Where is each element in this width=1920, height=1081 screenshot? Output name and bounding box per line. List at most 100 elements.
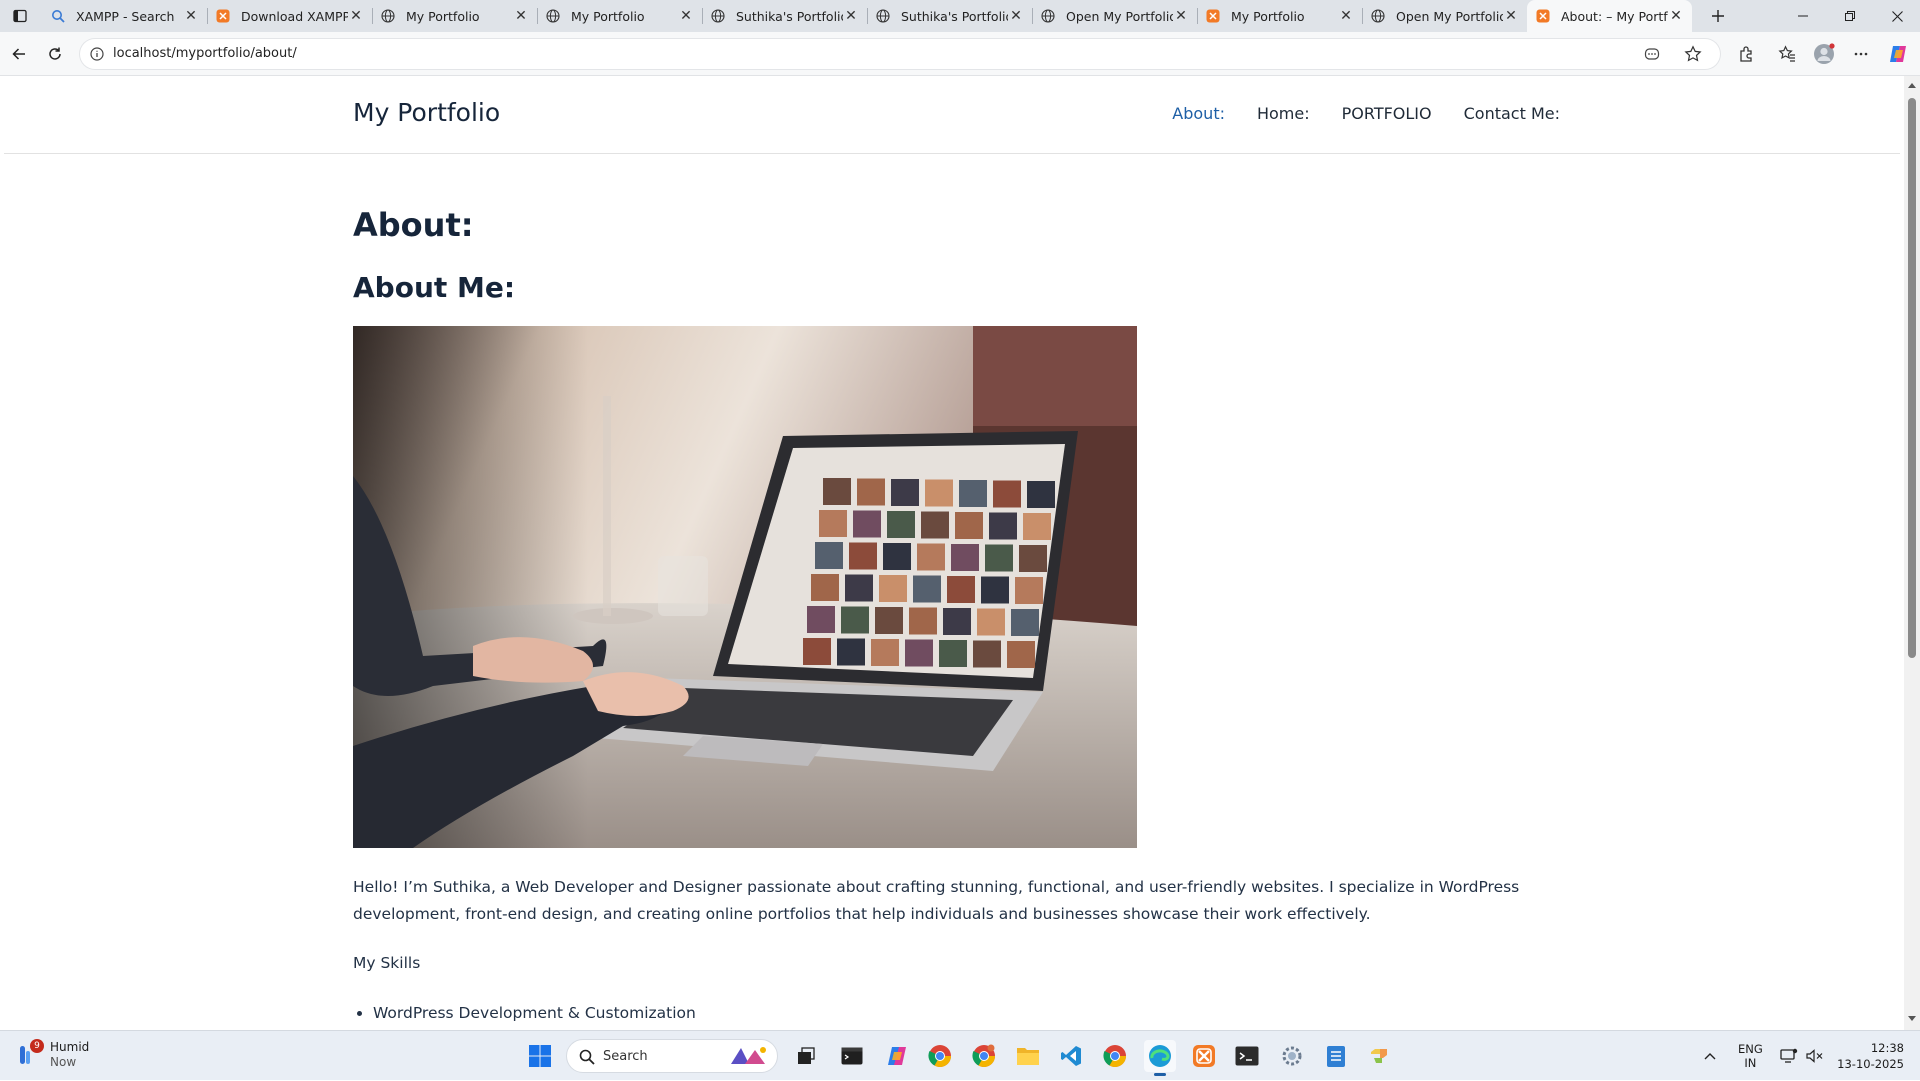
show-hidden-icons-button[interactable]	[1704, 1031, 1716, 1081]
address-bar[interactable]: localhost/myportfolio/about/	[80, 39, 1720, 69]
taskbar-terminal-app[interactable]	[836, 1040, 868, 1072]
close-tab-icon[interactable]: ✕	[348, 8, 364, 24]
skills-list: WordPress Development & Customization	[353, 1004, 696, 1022]
close-tab-icon[interactable]: ✕	[1173, 8, 1189, 24]
taskbar-command-prompt-app[interactable]	[1231, 1040, 1263, 1072]
gear-icon	[1282, 1046, 1302, 1066]
nav-link-home[interactable]: Home:	[1257, 104, 1310, 123]
nav-link-contact-me[interactable]: Contact Me:	[1464, 104, 1560, 123]
browser-toolbar: localhost/myportfolio/about/	[0, 32, 1920, 76]
taskbar-python-app[interactable]	[1364, 1040, 1396, 1072]
browser-tab[interactable]: Open My Portfolio ✕	[1362, 0, 1527, 32]
extensions-button[interactable]	[1733, 40, 1761, 68]
chrome-icon	[1103, 1045, 1126, 1067]
taskbar-copilot-app[interactable]	[881, 1040, 913, 1072]
close-tab-icon[interactable]: ✕	[1503, 8, 1519, 24]
settings-more-button[interactable]	[1847, 40, 1875, 68]
globe-favicon-icon	[710, 8, 726, 24]
xampp-favicon-icon	[215, 8, 231, 24]
browser-tab[interactable]: XAMPP - Search ✕	[42, 0, 207, 32]
minimize-button[interactable]	[1780, 0, 1826, 32]
network-status-button[interactable]	[1780, 1031, 1798, 1081]
scroll-up-arrow-icon[interactable]	[1908, 82, 1916, 88]
taskbar-vscode-app[interactable]	[1055, 1040, 1087, 1072]
taskbar-notepad-app[interactable]	[1320, 1040, 1352, 1072]
search-highlight-icon	[731, 1047, 766, 1064]
weather-widget[interactable]: 9 Humid Now	[16, 1039, 89, 1070]
browser-tab[interactable]: Download XAMPP ✕	[207, 0, 372, 32]
edge-icon	[1149, 1045, 1171, 1067]
plus-icon	[1712, 10, 1724, 22]
globe-favicon-icon	[1040, 8, 1056, 24]
close-icon	[1891, 10, 1903, 22]
language-code: ENG	[1738, 1042, 1763, 1056]
page-scrollbar[interactable]	[1904, 76, 1920, 1030]
globe-favicon-icon	[545, 8, 561, 24]
browser-tab[interactable]: My Portfolio ✕	[537, 0, 702, 32]
back-arrow-icon	[12, 48, 25, 60]
nav-link-about[interactable]: About:	[1172, 104, 1225, 123]
browser-tab[interactable]: Suthika's Portfolio ✕	[867, 0, 1032, 32]
task-view-icon	[798, 1047, 815, 1064]
copilot-button[interactable]	[1884, 40, 1912, 68]
clock-button[interactable]: 12:38 13-10-2025	[1836, 1031, 1904, 1081]
browser-tab[interactable]: Suthika's Portfolio ✕	[702, 0, 867, 32]
new-tab-button[interactable]	[1706, 4, 1730, 28]
copilot-icon	[888, 1047, 906, 1065]
folder-icon	[1017, 1048, 1039, 1065]
close-tab-icon[interactable]: ✕	[678, 8, 694, 24]
tab-title: About: – My Portfolio	[1561, 8, 1668, 24]
site-title-link[interactable]: My Portfolio	[353, 98, 500, 127]
taskbar-chrome-app[interactable]	[924, 1040, 956, 1072]
favorite-star-icon[interactable]	[1684, 45, 1702, 63]
taskbar-chrome-profile-app[interactable]	[968, 1040, 1000, 1072]
refresh-button[interactable]	[41, 40, 69, 68]
favorites-button[interactable]	[1773, 40, 1801, 68]
close-tab-icon[interactable]: ✕	[843, 8, 859, 24]
more-horizontal-icon	[1854, 52, 1868, 56]
clock-date: 13-10-2025	[1837, 1057, 1904, 1071]
vscode-icon	[1061, 1046, 1081, 1066]
scroll-down-arrow-icon[interactable]	[1908, 1016, 1916, 1022]
browser-tab[interactable]: About: – My Portfolio✕	[1527, 0, 1692, 32]
xampp-icon	[1193, 1045, 1215, 1067]
tab-actions-button[interactable]	[6, 5, 34, 27]
favorites-icon	[1778, 45, 1795, 62]
close-tab-icon[interactable]: ✕	[183, 8, 199, 24]
reader-mode-icon[interactable]	[1644, 46, 1660, 62]
taskbar-edge-app-active[interactable]	[1144, 1040, 1176, 1076]
task-view-button[interactable]	[790, 1040, 822, 1072]
tab-title: My Portfolio	[1231, 8, 1305, 24]
windows-logo-icon	[529, 1045, 551, 1067]
close-tab-icon[interactable]: ✕	[1008, 8, 1024, 24]
input-language-indicator[interactable]: ENG IN	[1738, 1031, 1763, 1081]
tab-title: Open My Portfolio	[1396, 8, 1503, 24]
close-tab-icon[interactable]: ✕	[1668, 8, 1684, 24]
xampp-favicon-icon	[1205, 8, 1221, 24]
url-text[interactable]: localhost/myportfolio/about/	[113, 46, 297, 61]
tab-actions-icon	[13, 9, 27, 23]
taskbar-chrome-second-app[interactable]	[1099, 1040, 1131, 1072]
browser-tab[interactable]: Open My Portfolio ✕	[1032, 0, 1197, 32]
intro-paragraph: Hello! I’m Suthika, a Web Developer and …	[353, 878, 1520, 923]
taskbar-search-box[interactable]: Search	[566, 1039, 778, 1073]
copilot-icon	[1890, 46, 1906, 62]
browser-tab[interactable]: My Portfolio ✕	[372, 0, 537, 32]
close-window-button[interactable]	[1874, 0, 1920, 32]
profile-button[interactable]	[1810, 40, 1838, 68]
weather-time: Now	[50, 1055, 77, 1069]
site-info-icon[interactable]	[90, 47, 104, 61]
taskbar-xampp-app[interactable]	[1188, 1040, 1220, 1072]
start-button[interactable]	[524, 1040, 556, 1072]
close-tab-icon[interactable]: ✕	[513, 8, 529, 24]
browser-tab[interactable]: My Portfolio ✕	[1197, 0, 1362, 32]
volume-button[interactable]	[1806, 1031, 1824, 1081]
close-tab-icon[interactable]: ✕	[1338, 8, 1354, 24]
taskbar-settings-app[interactable]	[1276, 1040, 1308, 1072]
scrollbar-thumb[interactable]	[1908, 98, 1916, 658]
back-button[interactable]	[5, 40, 33, 68]
nav-link-portfolio[interactable]: PORTFOLIO	[1342, 104, 1432, 123]
restore-button[interactable]	[1827, 0, 1873, 32]
tab-strip: XAMPP - Search ✕ Download XAMPP ✕ My Portfol…	[0, 0, 1920, 32]
taskbar-file-explorer-app[interactable]	[1012, 1040, 1044, 1072]
